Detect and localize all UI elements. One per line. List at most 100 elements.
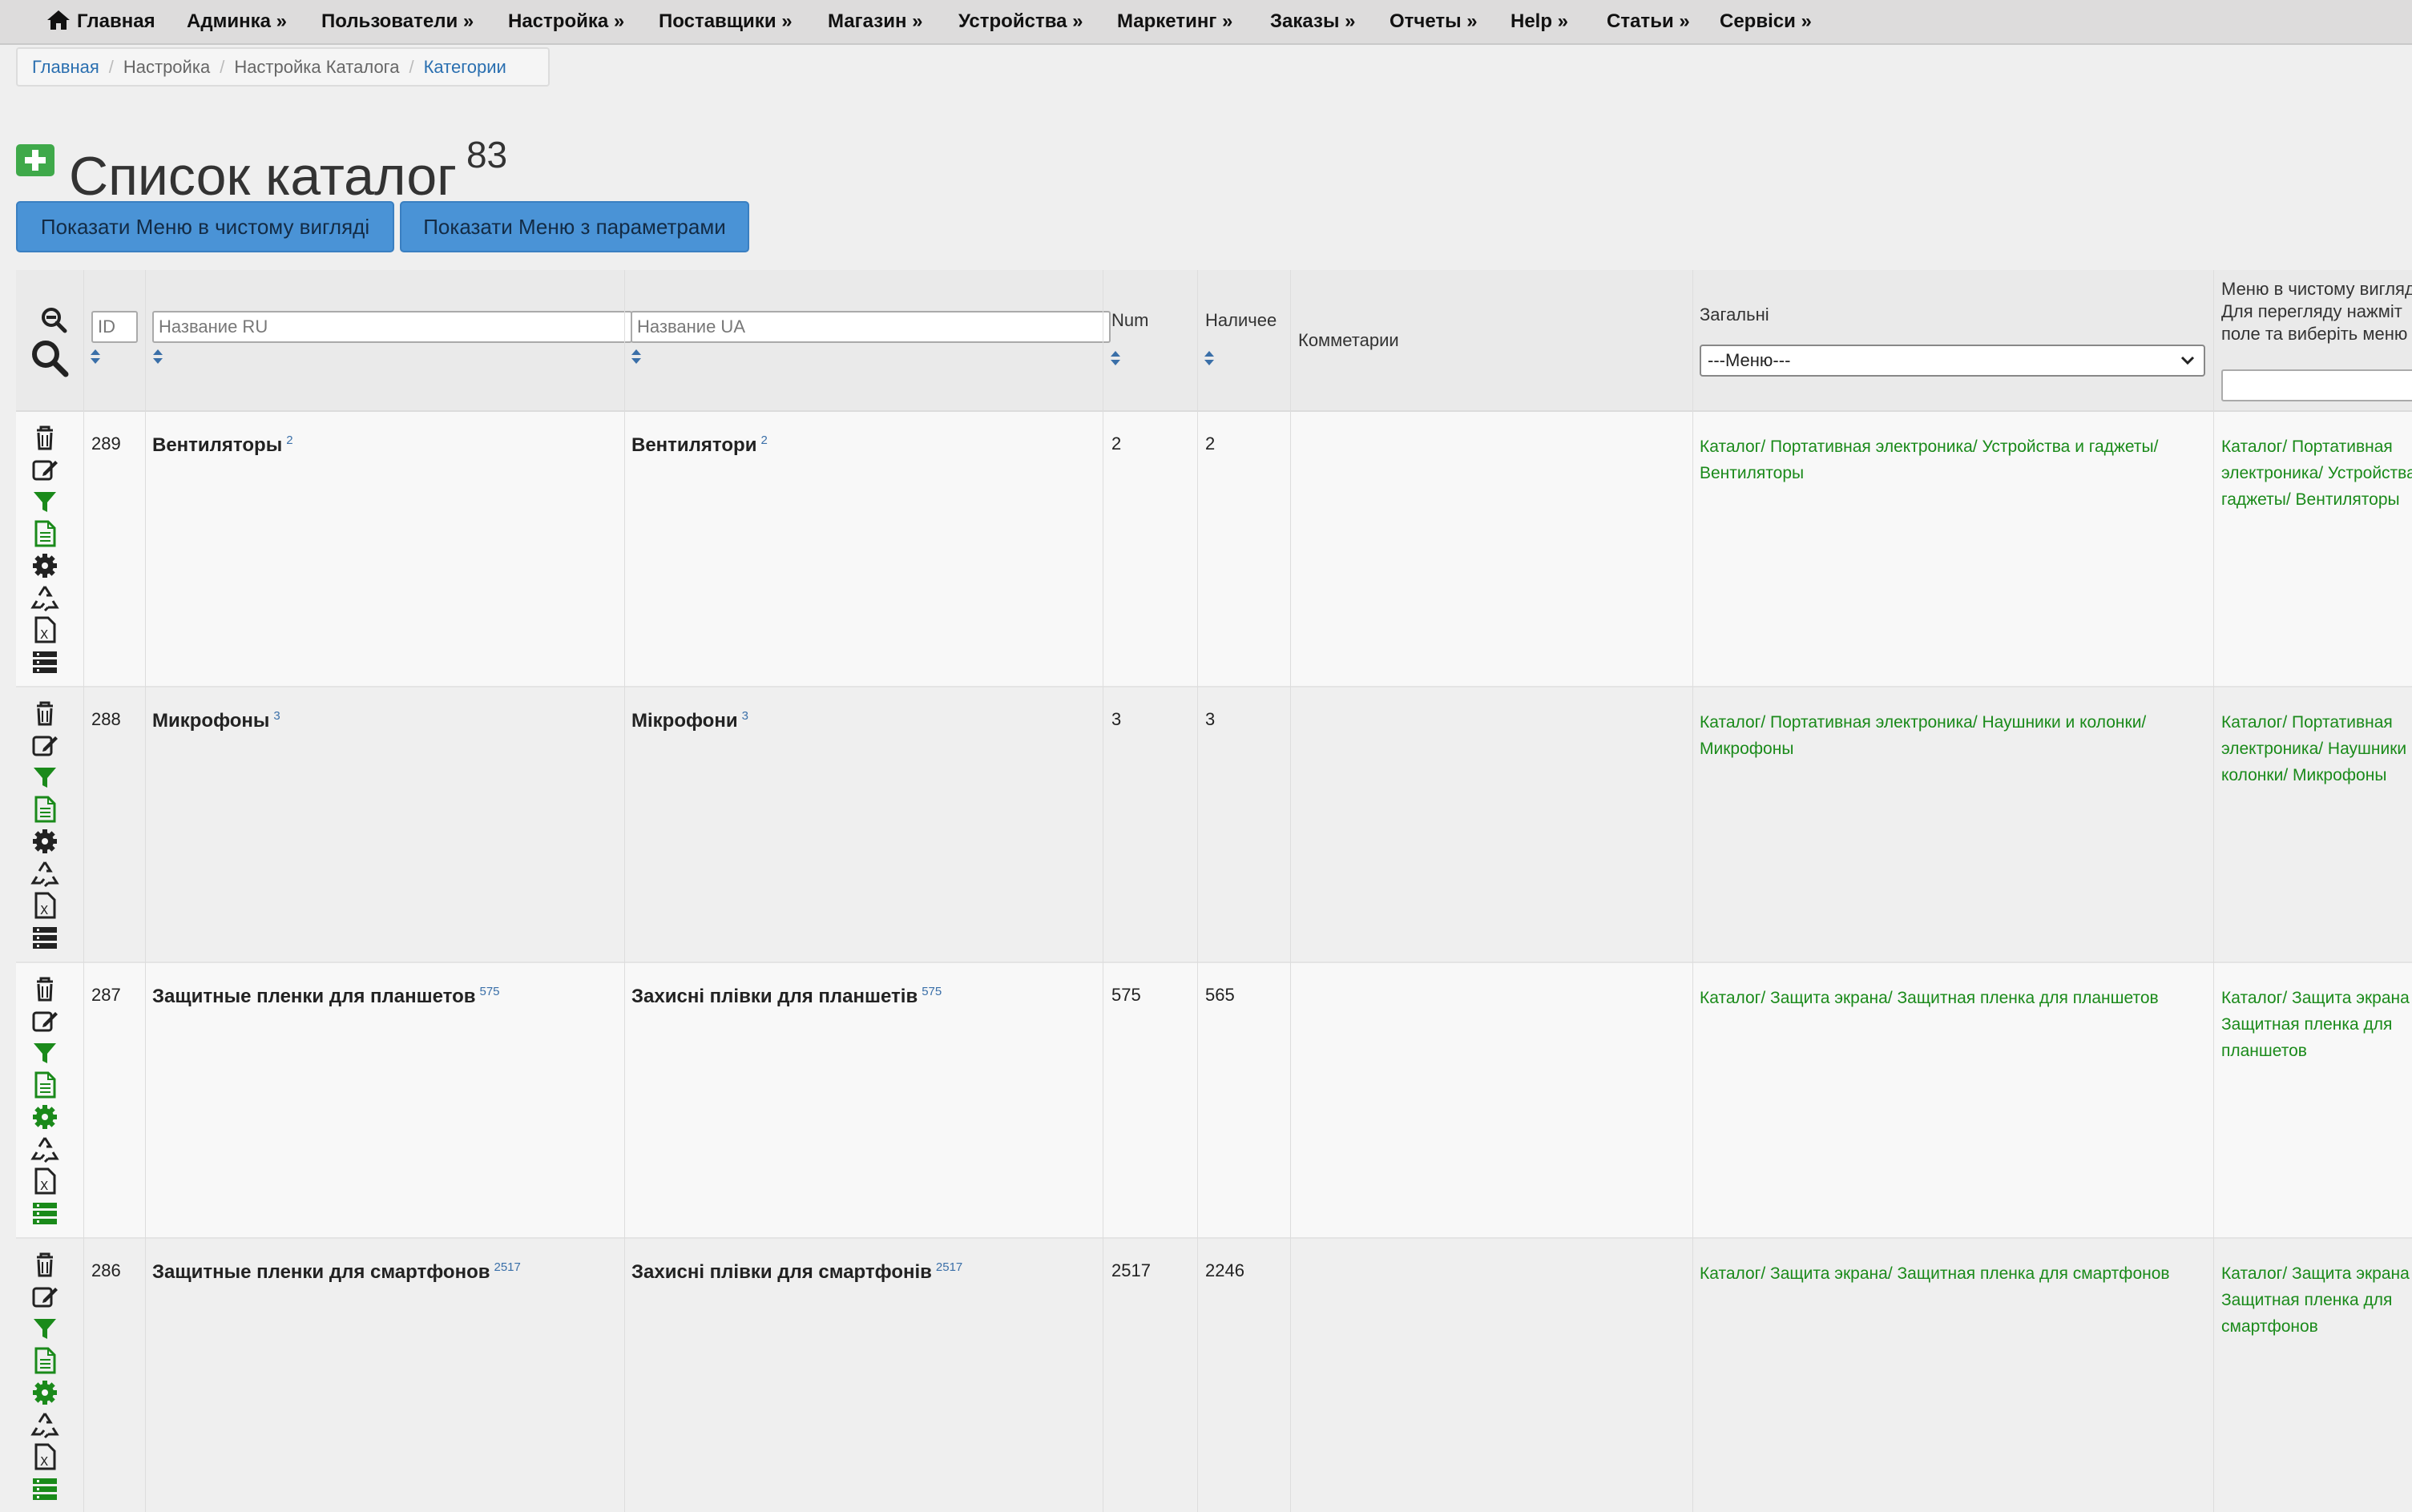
row-name-ua[interactable]: Захисні плівки для смартфонів 2517 [631,1260,962,1284]
chevron-down-icon [2180,356,2195,365]
show-menu-params-button[interactable]: Показати Меню з параметрами [400,201,749,252]
menu-clean-input[interactable] [2221,369,2412,401]
search-icon[interactable] [30,339,69,377]
row-name-ua[interactable]: Вентилятори 2 [631,433,768,457]
excel-icon[interactable]: X [30,1442,59,1471]
row-path-menu[interactable]: Каталог/ Портативная электроника/ Наушник… [2221,709,2406,788]
breadcrumb-settings: Настройка [123,57,211,77]
svg-text:X: X [40,1454,48,1469]
document-icon[interactable] [30,519,59,548]
settings-icon[interactable] [30,1378,59,1407]
excel-icon[interactable]: X [30,1167,59,1195]
row-path-general[interactable]: Каталог/ Портативная электроника/ Устрой… [1700,433,2158,486]
row-name-ru[interactable]: Защитные пленки для смартфонов 2517 [152,1260,521,1284]
row-actions: X [30,423,63,679]
row-num: 2517 [1111,1260,1151,1280]
row-path-menu[interactable]: Каталог/ Защита экрана Защитная пленка дл… [2221,1260,2410,1340]
column-divider [83,270,84,1512]
page-title: Список каталог 83 [69,134,508,207]
row-stock: 565 [1205,985,1235,1005]
nav-services[interactable]: Сервіси » [1720,0,1812,45]
row-stock: 3 [1205,709,1216,729]
filter-icon[interactable] [30,763,59,792]
edit-icon[interactable] [30,1006,59,1035]
row-name-ua[interactable]: Мікрофони 3 [631,709,748,732]
excel-icon[interactable]: X [30,891,59,920]
list-icon[interactable] [30,923,59,952]
menu-select[interactable]: ---Меню--- [1700,345,2205,377]
row-name-ru[interactable]: Защитные пленки для планшетов 575 [152,985,500,1008]
sort-name-ua-icon[interactable] [631,349,642,365]
row-name-ua-count: 575 [922,985,942,998]
nav-devices[interactable]: Устройства » [958,0,1083,45]
nav-settings[interactable]: Настройка » [508,0,624,45]
filter-icon[interactable] [30,1038,59,1067]
edit-icon[interactable] [30,455,59,484]
row-name-ru[interactable]: Микрофоны 3 [152,709,280,732]
column-divider [1197,270,1198,1512]
recycle-icon[interactable] [30,583,59,612]
table-header: Num Наличее Комметарии Загальні ---Меню-… [16,270,2412,412]
settings-icon[interactable] [30,551,59,580]
breadcrumb-categories[interactable]: Категории [424,57,506,77]
sort-name-ru-icon[interactable] [152,349,163,365]
id-filter-input[interactable] [91,311,138,343]
recycle-icon[interactable] [30,1410,59,1439]
nav-orders[interactable]: Заказы » [1270,0,1355,45]
nav-home[interactable]: Главная [46,0,155,45]
name-ru-filter-input[interactable] [152,311,632,343]
breadcrumb: Главная / Настройка / Настройка Каталога / Кат… [16,47,550,87]
filter-icon[interactable] [30,1314,59,1343]
trash-icon[interactable] [30,1250,59,1279]
trash-icon[interactable] [30,699,59,728]
list-icon[interactable] [30,1199,59,1228]
row-path-general[interactable]: Каталог/ Защита экрана/ Защитная пленка … [1700,985,2159,1011]
row-actions: X [30,1250,63,1506]
nav-suppliers[interactable]: Поставщики » [659,0,793,45]
row-path-general[interactable]: Каталог/ Защита экрана/ Защитная пленка … [1700,1260,2170,1287]
nav-shop[interactable]: Магазин » [828,0,922,45]
filter-icon[interactable] [30,487,59,516]
document-icon[interactable] [30,1070,59,1099]
row-actions: X [30,974,63,1231]
nav-help[interactable]: Help » [1511,0,1568,45]
row-path-menu[interactable]: Каталог/ Портативная электроника/ Устройс… [2221,433,2412,513]
trash-icon[interactable] [30,974,59,1003]
column-divider [1692,270,1693,1512]
sort-id-icon[interactable] [90,349,101,365]
row-name-ru[interactable]: Вентиляторы 2 [152,433,293,457]
row-path-general[interactable]: Каталог/ Портативная электроника/ Наушни… [1700,709,2146,762]
document-icon[interactable] [30,1346,59,1375]
breadcrumb-home[interactable]: Главная [32,57,99,77]
document-icon[interactable] [30,795,59,824]
settings-icon[interactable] [30,827,59,856]
nav-reports[interactable]: Отчеты » [1390,0,1478,45]
nav-admin[interactable]: Админка » [187,0,287,45]
nav-marketing[interactable]: Маркетинг » [1117,0,1232,45]
row-actions: X [30,699,63,955]
sort-num-icon[interactable] [1110,350,1121,366]
nav-articles[interactable]: Статьи » [1607,0,1690,45]
list-icon[interactable] [30,647,59,676]
add-icon[interactable] [16,144,54,176]
recycle-icon[interactable] [30,859,59,888]
column-divider [145,270,146,1512]
name-ua-filter-input[interactable] [631,311,1111,343]
column-divider [2213,270,2214,1512]
row-stock: 2246 [1205,1260,1244,1280]
row-path-menu[interactable]: Каталог/ Защита экрана Защитная пленка дл… [2221,985,2410,1064]
show-menu-clean-button[interactable]: Показати Меню в чистому вигляді [16,201,394,252]
edit-icon[interactable] [30,1282,59,1311]
trash-icon[interactable] [30,423,59,452]
excel-icon[interactable]: X [30,615,59,644]
edit-icon[interactable] [30,731,59,760]
row-name-ua[interactable]: Захисні плівки для планшетів 575 [631,985,942,1008]
nav-users[interactable]: Пользователи » [321,0,474,45]
column-divider [624,270,625,1512]
settings-icon[interactable] [30,1103,59,1131]
sort-stock-icon[interactable] [1204,350,1215,366]
header-menu-clean: Меню в чистому вигляд Для перегляду нажм… [2221,279,2412,344]
recycle-icon[interactable] [30,1135,59,1163]
zoom-out-icon[interactable] [40,306,67,333]
list-icon[interactable] [30,1474,59,1503]
